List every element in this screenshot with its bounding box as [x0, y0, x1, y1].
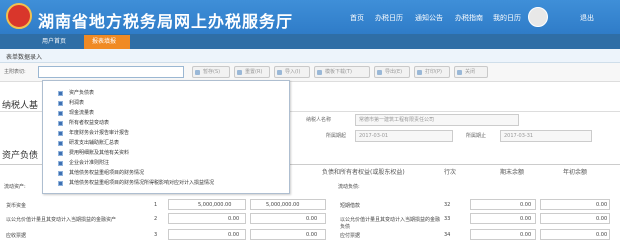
- amount-value: 0.00: [596, 202, 608, 208]
- dropdown-item[interactable]: 其他债务权益重组项目的财务情况所得税影响对应对计入损益情况: [43, 179, 291, 188]
- taxpayer-name-label: 纳税人名称: [306, 117, 332, 123]
- document-icon: [58, 161, 63, 166]
- dropdown-item-label: 企业会计准则附注: [69, 160, 110, 166]
- dropdown-item[interactable]: 其他债务权益重组项目的财务情况: [43, 169, 291, 178]
- document-icon: [58, 101, 63, 106]
- main-tabs: 用户首页 报表填报: [0, 34, 620, 49]
- dropdown-item[interactable]: 利润表: [43, 99, 291, 108]
- dropdown-item-label: 其他债务权益重组项目的财务情况: [69, 170, 145, 176]
- dropdown-item[interactable]: 研发支出辅助账汇总表: [43, 139, 291, 148]
- period-start-field[interactable]: 2017-03-01: [355, 130, 453, 142]
- dropdown-item-label: 研发支出辅助账汇总表: [69, 140, 120, 146]
- nav-guide[interactable]: 办税指南: [455, 13, 483, 23]
- document-icon: [58, 141, 63, 146]
- panel-header: 表单数据录入: [0, 49, 620, 63]
- import-button[interactable]: 导入(I): [274, 66, 310, 78]
- document-icon: [58, 131, 63, 136]
- line-number: 2: [154, 216, 158, 222]
- nav-calendar[interactable]: 办税日历: [375, 13, 403, 23]
- tab-report-fill[interactable]: 报表填报: [84, 35, 130, 49]
- tax-logo-icon: [6, 3, 32, 29]
- amount-value: 0.00: [520, 202, 532, 208]
- table-row-label: 应收票据: [6, 233, 27, 239]
- table-row-label: 短期借款: [340, 203, 361, 209]
- amount-value: 0.00: [228, 216, 240, 222]
- document-icon: [58, 151, 63, 156]
- nav-my-calendar[interactable]: 我的日历: [493, 13, 521, 23]
- save-button[interactable]: 暂存(S): [192, 66, 230, 78]
- taxpayer-name-field[interactable]: 常德市第一建筑工程有限责任公司: [355, 114, 519, 126]
- logout-link[interactable]: 退出: [580, 13, 594, 23]
- ending-balance-header: 期末余额: [500, 169, 525, 176]
- amount-value: 0.00: [520, 232, 532, 238]
- panel-title: 表单数据录入: [6, 54, 43, 61]
- period-start-label: 所属期起: [326, 133, 347, 139]
- period-end-field[interactable]: 2017-03-31: [500, 130, 592, 142]
- current-assets-label: 流动资产:: [4, 184, 26, 190]
- document-icon: [58, 121, 63, 126]
- line-number: 1: [154, 202, 158, 208]
- dropdown-item[interactable]: 企业会计准则附注: [43, 159, 291, 168]
- amount-value: 0.00: [228, 232, 240, 238]
- amount-value: 0.00: [306, 232, 318, 238]
- dropdown-item[interactable]: 现金流量表: [43, 109, 291, 118]
- table-row-label: 以公允价值计量且其变动计入当期损益的金融资产: [6, 217, 117, 223]
- template-download-button[interactable]: 模板下载(T): [314, 66, 370, 78]
- print-button[interactable]: 打印(P): [414, 66, 450, 78]
- beginning-balance-header: 年初余额: [563, 169, 588, 176]
- amount-value: 5,000,000.00: [198, 202, 232, 208]
- table-select[interactable]: [38, 66, 184, 78]
- period-end-label: 所属期止: [466, 133, 487, 139]
- table-row-label: 以公允价值计量且其变动计入当期损益的金融负债: [340, 217, 441, 230]
- amount-value: 0.00: [596, 232, 608, 238]
- current-liabilities-label: 流动负债:: [338, 184, 360, 190]
- table-row-label: 应付票据: [340, 233, 361, 239]
- user-avatar[interactable]: [528, 7, 548, 27]
- taxpayer-section-title: 纳税人基: [2, 101, 39, 111]
- balance-sheet-section-title: 资产负债: [2, 151, 39, 161]
- line-number: 3: [154, 232, 158, 238]
- nav-home[interactable]: 首页: [350, 13, 364, 23]
- document-icon: [58, 111, 63, 116]
- dropdown-item-label: 费用明细账及其他有关资料: [69, 150, 130, 156]
- document-icon: [58, 181, 63, 186]
- dropdown-item[interactable]: 所有者权益变动表: [43, 119, 291, 128]
- amount-value: 5,000,000.00: [266, 202, 300, 208]
- close-button[interactable]: 关闭: [454, 66, 488, 78]
- dropdown-item-label: 资产负债表: [69, 90, 95, 96]
- liability-header: 负债和所有者权益(或股东权益): [322, 169, 405, 176]
- dropdown-item[interactable]: 年度财务会计报告审计报告: [43, 129, 291, 138]
- dropdown-item-label: 年度财务会计报告审计报告: [69, 130, 130, 136]
- nav-notice[interactable]: 通知公告: [415, 13, 443, 23]
- table-select-dropdown: 资产负债表 利润表 现金流量表 所有者权益变动表 年度财务会计报告审计报告 研发…: [42, 80, 290, 194]
- dropdown-item-label: 利润表: [69, 100, 85, 106]
- amount-value: 0.00: [520, 216, 532, 222]
- dropdown-item-label: 现金流量表: [69, 110, 95, 116]
- dropdown-item-label: 其他债务权益重组项目的财务情况所得税影响对应对计入损益情况: [69, 180, 215, 186]
- main-sub-table-label: 主附表切:: [4, 69, 26, 75]
- line-number: 33: [444, 216, 451, 222]
- line-number-header: 行次: [444, 169, 457, 176]
- export-button[interactable]: 导出(E): [374, 66, 410, 78]
- reset-button[interactable]: 重置(R): [234, 66, 270, 78]
- tab-user-home[interactable]: 用户首页: [34, 35, 82, 49]
- top-header: 湖南省地方税务局网上办税服务厅 首页 办税日历 通知公告 办税指南 我的日历 退…: [0, 0, 620, 34]
- amount-value: 0.00: [306, 216, 318, 222]
- document-icon: [58, 171, 63, 176]
- site-title: 湖南省地方税务局网上办税服务厅: [38, 12, 294, 31]
- dropdown-item[interactable]: 费用明细账及其他有关资料: [43, 149, 291, 158]
- table-row-label: 货币资金: [6, 203, 27, 209]
- line-number: 32: [444, 202, 451, 208]
- dropdown-item[interactable]: 资产负债表: [43, 89, 291, 98]
- document-icon: [58, 91, 63, 96]
- dropdown-item-label: 所有者权益变动表: [69, 120, 110, 126]
- line-number: 34: [444, 232, 451, 238]
- amount-value: 0.00: [596, 216, 608, 222]
